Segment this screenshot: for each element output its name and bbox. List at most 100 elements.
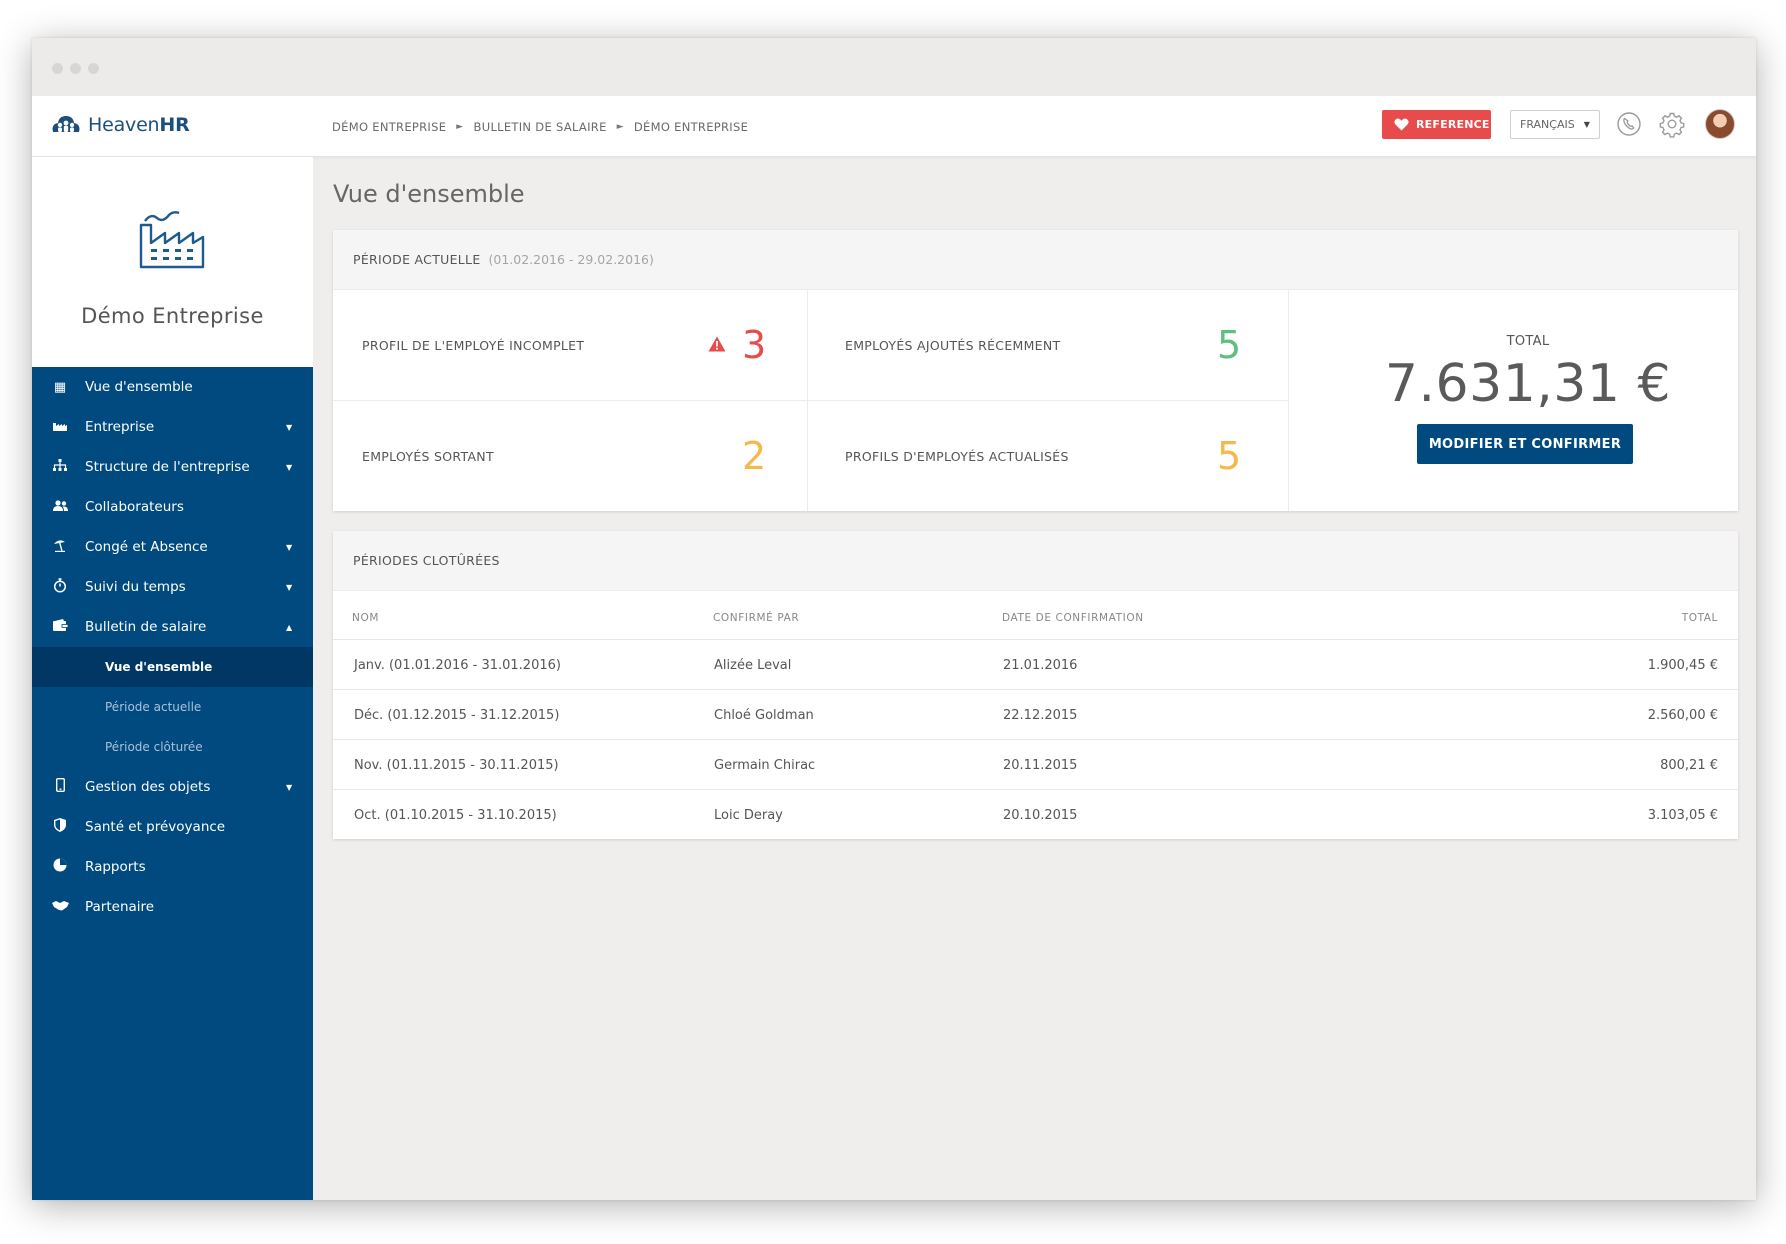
closed-periods-header: PÉRIODES CLOTÛRÉES <box>333 531 1738 591</box>
table-row[interactable]: Déc. (01.12.2015 - 31.12.2015) Chloé Gol… <box>333 689 1738 739</box>
factory-logo-icon <box>137 203 207 273</box>
cell-confirmation-date: 21.01.2016 <box>1003 657 1078 673</box>
dashboard-icon: ▦ <box>53 379 67 395</box>
cell-confirmation-date: 22.12.2015 <box>1003 707 1078 723</box>
language-select[interactable]: FRANÇAIS ▼ <box>1510 110 1600 139</box>
sidebar-item-label: Entreprise <box>85 419 155 435</box>
sidebar-item-label: Structure de l'entreprise <box>85 459 250 475</box>
current-period-title: PÉRIODE ACTUELLE <box>353 252 481 267</box>
cell-confirmation-date: 20.10.2015 <box>1003 807 1078 823</box>
sidebar-subitem-overview[interactable]: Vue d'ensemble <box>32 647 313 687</box>
stat-value: 3 <box>742 323 767 367</box>
sidebar-item-overview[interactable]: ▦ Vue d'ensemble <box>32 367 313 407</box>
stat-leaving-employees[interactable]: EMPLOYÉS SORTANT 2 <box>333 401 807 511</box>
closed-periods-card: PÉRIODES CLOTÛRÉES NOM CONFIRMÉ PAR DATE… <box>333 531 1738 839</box>
sidebar-item-label: Vue d'ensemble <box>85 379 193 395</box>
breadcrumb: DÉMO ENTREPRISE ► BULLETIN DE SALAIRE ► … <box>332 120 748 134</box>
chevron-right-icon: ► <box>456 122 464 132</box>
cell-confirmation-date: 20.11.2015 <box>1003 757 1078 773</box>
window-minimize-dot[interactable] <box>70 63 81 74</box>
stat-label: PROFIL DE L'EMPLOYÉ INCOMPLET <box>362 337 585 353</box>
table-row[interactable]: Oct. (01.10.2015 - 31.10.2015) Loic Dera… <box>333 789 1738 839</box>
current-period-card: PÉRIODE ACTUELLE (01.02.2016 - 29.02.201… <box>333 230 1738 511</box>
column-header-name[interactable]: NOM <box>352 612 379 624</box>
sidebar-item-partner[interactable]: Partenaire <box>32 887 313 927</box>
company-name: Démo Entreprise <box>81 304 264 328</box>
stat-label: EMPLOYÉS SORTANT <box>362 448 494 464</box>
caret-down-icon: ▼ <box>1583 120 1590 129</box>
column-header-confirmed-by[interactable]: CONFIRMÉ PAR <box>713 612 799 624</box>
sidebar-item-time-tracking[interactable]: Suivi du temps ▼ <box>32 567 313 607</box>
heavenhr-logo[interactable]: HeavenHR <box>50 112 190 138</box>
user-avatar[interactable] <box>1705 109 1735 139</box>
logo-text: HeavenHR <box>88 114 190 136</box>
pie-chart-icon <box>52 858 68 876</box>
column-header-confirmation-date[interactable]: DATE DE CONFIRMATION <box>1002 612 1144 624</box>
logo-text-bold: HR <box>159 114 190 136</box>
sidebar-item-reports[interactable]: Rapports <box>32 847 313 887</box>
cell-total: 1.900,45 € <box>1647 657 1718 673</box>
sidebar-item-label: Rapports <box>85 859 146 875</box>
factory-icon <box>52 419 68 435</box>
wallet-icon <box>52 619 68 635</box>
warning-icon <box>708 336 726 356</box>
window-close-dot[interactable] <box>52 63 63 74</box>
beach-icon <box>52 538 68 556</box>
handshake-icon <box>52 900 69 915</box>
current-period-header: PÉRIODE ACTUELLE (01.02.2016 - 29.02.201… <box>333 230 1738 290</box>
stat-value: 5 <box>1217 434 1242 478</box>
stat-recently-added[interactable]: EMPLOYÉS AJOUTÉS RÉCEMMENT 5 <box>808 290 1288 400</box>
column-header-total[interactable]: TOTAL <box>1573 612 1718 624</box>
stat-incomplete-profiles[interactable]: PROFIL DE L'EMPLOYÉ INCOMPLET 3 <box>333 290 807 400</box>
logo-text-plain: Heaven <box>88 114 160 136</box>
sidebar-item-health[interactable]: Santé et prévoyance <box>32 807 313 847</box>
cell-period-name: Nov. (01.11.2015 - 30.11.2015) <box>354 757 559 773</box>
sidebar-item-objects[interactable]: Gestion des objets ▼ <box>32 767 313 807</box>
sidebar-item-collaborators[interactable]: Collaborateurs <box>32 487 313 527</box>
main-content: Vue d'ensemble PÉRIODE ACTUELLE (01.02.2… <box>313 157 1756 1200</box>
sidebar-item-leave[interactable]: Congé et Absence ▼ <box>32 527 313 567</box>
sidebar-item-label: Bulletin de salaire <box>85 619 207 635</box>
caret-down-icon: ▼ <box>286 542 293 552</box>
stopwatch-icon <box>52 577 68 597</box>
chevron-right-icon: ► <box>616 122 624 132</box>
table-row[interactable]: Nov. (01.11.2015 - 30.11.2015) Germain C… <box>333 739 1738 789</box>
sidebar: Démo Entreprise ▦ Vue d'ensemble Entrepr… <box>32 157 313 1200</box>
breadcrumb-item[interactable]: DÉMO ENTREPRISE <box>634 120 748 134</box>
breadcrumb-item[interactable]: BULLETIN DE SALAIRE <box>474 120 607 134</box>
shield-icon <box>52 818 68 836</box>
window-zoom-dot[interactable] <box>88 63 99 74</box>
stat-updated-profiles[interactable]: PROFILS D'EMPLOYÉS ACTUALISÉS 5 <box>808 401 1288 511</box>
sidebar-item-company[interactable]: Entreprise ▼ <box>32 407 313 447</box>
cell-period-name: Janv. (01.01.2016 - 31.01.2016) <box>354 657 561 673</box>
app-window: HeavenHR DÉMO ENTREPRISE ► BULLETIN DE S… <box>32 38 1756 1200</box>
cell-total: 2.560,00 € <box>1647 707 1718 723</box>
total-value: 7.631,31 € <box>1384 354 1672 414</box>
sidebar-item-structure[interactable]: Structure de l'entreprise ▼ <box>32 447 313 487</box>
stat-label: PROFILS D'EMPLOYÉS ACTUALISÉS <box>845 448 1069 464</box>
breadcrumb-item[interactable]: DÉMO ENTREPRISE <box>332 120 446 134</box>
stat-label: EMPLOYÉS AJOUTÉS RÉCEMMENT <box>845 337 1061 353</box>
cell-period-name: Oct. (01.10.2015 - 31.10.2015) <box>354 807 557 823</box>
caret-down-icon: ▼ <box>286 462 293 472</box>
stat-value: 5 <box>1217 323 1242 367</box>
sidebar-nav: ▦ Vue d'ensemble Entreprise ▼ Structure … <box>32 367 313 927</box>
company-header: Démo Entreprise <box>32 157 313 367</box>
sidebar-item-payslip[interactable]: Bulletin de salaire ▲ <box>32 607 313 647</box>
reference-button[interactable]: REFERENCE <box>1382 110 1491 139</box>
language-value: FRANÇAIS <box>1520 118 1575 131</box>
phone-icon <box>52 777 68 796</box>
gear-icon[interactable] <box>1658 110 1686 138</box>
sidebar-subitem-current-period[interactable]: Période actuelle <box>32 687 313 727</box>
users-icon <box>52 499 68 515</box>
table-row[interactable]: Janv. (01.01.2016 - 31.01.2016) Alizée L… <box>333 639 1738 689</box>
cell-confirmed-by: Alizée Leval <box>714 657 792 673</box>
sidebar-item-label: Santé et prévoyance <box>85 819 226 835</box>
modify-confirm-button[interactable]: MODIFIER ET CONFIRMER <box>1417 424 1633 464</box>
sidebar-subitem-closed-period[interactable]: Période clôturée <box>32 727 313 767</box>
total-label: TOTAL <box>1506 334 1550 349</box>
stat-value: 2 <box>742 434 767 478</box>
phone-support-icon[interactable] <box>1615 110 1643 138</box>
closed-periods-title: PÉRIODES CLOTÛRÉES <box>353 553 500 568</box>
caret-up-icon: ▲ <box>286 622 293 632</box>
